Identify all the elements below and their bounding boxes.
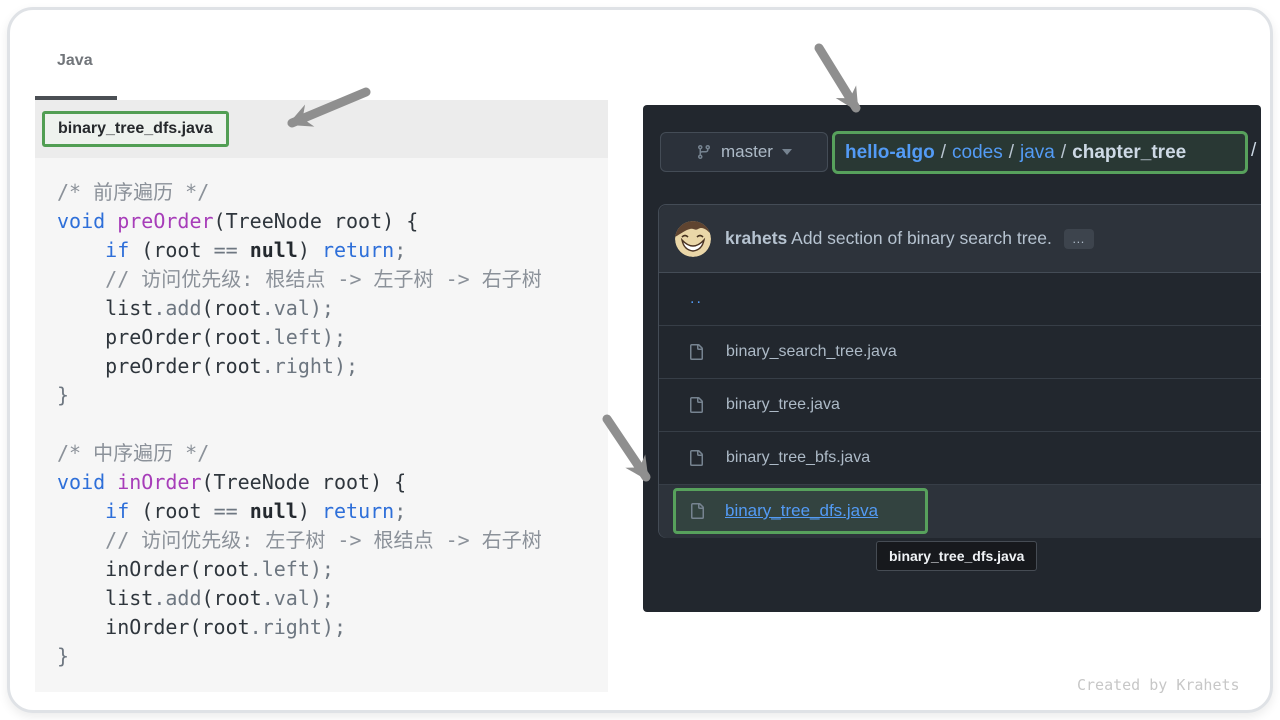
breadcrumb-trailing-slash: /	[1251, 140, 1256, 162]
credit-text: Created by Krahets	[1077, 676, 1240, 694]
github-file-browser: master hello-algo/codes/java/chapter_tre…	[643, 105, 1261, 612]
file-row[interactable]: binary_tree.java	[659, 379, 1261, 432]
file-icon	[688, 397, 704, 413]
file-link[interactable]: binary_tree.java	[726, 396, 840, 414]
code-title-bar: binary_tree_dfs.java	[35, 100, 608, 159]
code-line: // 访问优先级: 根结点 -> 左子树 -> 右子树	[57, 265, 608, 294]
file-row[interactable]: ..	[659, 273, 1261, 326]
code-line: void preOrder(TreeNode root) {	[57, 207, 608, 236]
code-line: /* 前序遍历 */	[57, 178, 608, 207]
breadcrumb-item-chapter_tree: chapter_tree	[1072, 142, 1186, 164]
file-link[interactable]: binary_tree_dfs.java	[725, 501, 878, 521]
breadcrumb-item-codes[interactable]: codes	[952, 142, 1003, 164]
code-line: // 访问优先级: 左子树 -> 根结点 -> 右子树	[57, 526, 608, 555]
code-line: list.add(root.val);	[57, 294, 608, 323]
commit-more-button[interactable]: …	[1064, 229, 1094, 249]
breadcrumb-separator: /	[935, 142, 952, 164]
avatar[interactable]	[675, 221, 711, 257]
breadcrumb-item-hello-algo[interactable]: hello-algo	[845, 142, 935, 164]
code-line: inOrder(root.left);	[57, 555, 608, 584]
code-line: if (root == null) return;	[57, 236, 608, 265]
file-icon	[688, 344, 704, 360]
commit-author[interactable]: krahets	[725, 228, 787, 248]
arrow-to-file-row	[607, 419, 646, 477]
tab-java[interactable]: Java	[57, 52, 93, 70]
code-block: /* 前序遍历 */void preOrder(TreeNode root) {…	[35, 158, 608, 692]
code-line: preOrder(root.right);	[57, 352, 608, 381]
breadcrumb-separator: /	[1055, 142, 1072, 164]
code-line: if (root == null) return;	[57, 497, 608, 526]
filename-highlight-box: binary_tree_dfs.java	[42, 111, 229, 147]
chevron-down-icon	[782, 149, 792, 155]
code-line: preOrder(root.left);	[57, 323, 608, 352]
branch-name: master	[721, 142, 773, 162]
filename-label: binary_tree_dfs.java	[58, 120, 213, 138]
file-link[interactable]: binary_tree_bfs.java	[726, 449, 870, 467]
commit-message: Add section of binary search tree.	[791, 228, 1052, 248]
file-row[interactable]: binary_tree_bfs.java	[659, 432, 1261, 485]
code-line: list.add(root.val);	[57, 584, 608, 613]
code-line: }	[57, 381, 608, 410]
code-line: inOrder(root.right);	[57, 613, 608, 642]
arrow-to-breadcrumb	[819, 48, 856, 108]
file-icon	[689, 503, 705, 519]
file-row[interactable]: binary_search_tree.java	[659, 326, 1261, 379]
parent-directory-link[interactable]: ..	[690, 290, 703, 308]
file-list-box: krahets Add section of binary search tre…	[658, 204, 1261, 538]
code-line: void inOrder(TreeNode root) {	[57, 468, 608, 497]
file-row[interactable]: binary_tree_dfs.java	[659, 485, 1261, 538]
code-line: }	[57, 642, 608, 671]
code-line	[57, 410, 608, 439]
file-icon	[688, 450, 704, 466]
tooltip-text: binary_tree_dfs.java	[889, 548, 1024, 564]
branch-selector-button[interactable]: master	[660, 132, 828, 172]
breadcrumb-item-java[interactable]: java	[1020, 142, 1055, 164]
git-branch-icon	[696, 144, 712, 160]
latest-commit-row: krahets Add section of binary search tre…	[659, 205, 1261, 273]
file-highlight-box: binary_tree_dfs.java	[673, 488, 928, 534]
breadcrumb-separator: /	[1003, 142, 1020, 164]
commit-message-line: krahets Add section of binary search tre…	[725, 228, 1052, 249]
code-line: /* 中序遍历 */	[57, 439, 608, 468]
breadcrumb: hello-algo/codes/java/chapter_tree	[832, 131, 1248, 174]
file-rows: .. binary_search_tree.java binary_tree.jav…	[659, 273, 1261, 538]
tooltip: binary_tree_dfs.java	[876, 541, 1037, 571]
file-link[interactable]: binary_search_tree.java	[726, 343, 897, 361]
